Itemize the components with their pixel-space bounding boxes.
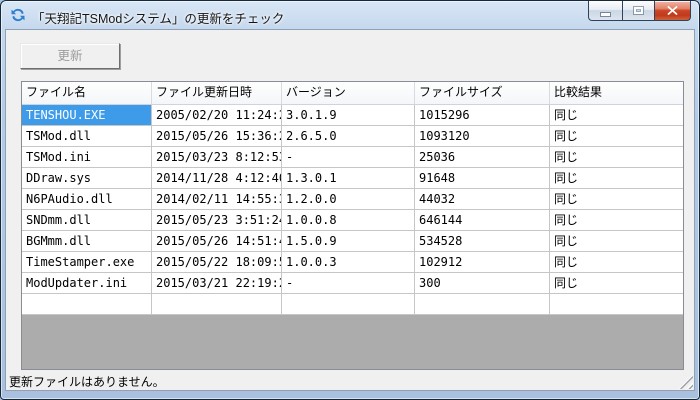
table-cell[interactable]: 1093120 (415, 126, 550, 147)
table-cell[interactable]: - (282, 273, 415, 294)
table-cell[interactable]: 2015/03/21 22:19:29 (152, 273, 282, 294)
table-cell[interactable]: 44032 (415, 189, 550, 210)
minimize-icon (601, 13, 610, 16)
table-cell[interactable]: 1.0.0.3 (282, 252, 415, 273)
table-cell[interactable]: 1.3.0.1 (282, 168, 415, 189)
table-row[interactable]: TimeStamper.exe2015/05/22 18:09:571.0.0.… (22, 252, 683, 273)
table-cell[interactable]: 1.5.0.9 (282, 231, 415, 252)
table-row[interactable]: TENSHOU.EXE2005/02/20 11:24:263.0.1.9101… (22, 105, 683, 126)
table-cell[interactable]: 3.0.1.9 (282, 105, 415, 126)
column-header-1[interactable]: ファイル更新日時 (152, 82, 282, 104)
table-cell[interactable]: 2015/05/26 14:51:44 (152, 231, 282, 252)
table-cell[interactable]: 91648 (415, 168, 550, 189)
update-button[interactable]: 更新 (20, 43, 120, 69)
table-cell[interactable]: 2014/11/28 4:12:40 (152, 168, 282, 189)
column-header-2[interactable]: バージョン (282, 82, 415, 104)
table-row[interactable]: N6PAudio.dll2014/02/11 14:55:321.2.0.044… (22, 189, 683, 210)
table-cell[interactable]: 25036 (415, 147, 550, 168)
table-cell[interactable]: 同じ (550, 273, 683, 294)
status-bar: 更新ファイルはありません。 (6, 370, 694, 390)
table-cell[interactable]: 2.6.5.0 (282, 126, 415, 147)
table-body: TENSHOU.EXE2005/02/20 11:24:263.0.1.9101… (22, 105, 683, 294)
table-cell[interactable]: 2014/02/11 14:55:32 (152, 189, 282, 210)
refresh-sync-icon (10, 7, 26, 23)
table-cell[interactable]: 同じ (550, 252, 683, 273)
table-row[interactable]: TSMod.dll2015/05/26 15:36:262.6.5.010931… (22, 126, 683, 147)
titlebar[interactable]: 「天翔記TSModシステム」の更新をチェック (1, 1, 699, 29)
table-cell[interactable]: DDraw.sys (22, 168, 152, 189)
table-cell[interactable]: 1015296 (415, 105, 550, 126)
table-row[interactable]: ModUpdater.ini2015/03/21 22:19:29-300同じ (22, 273, 683, 294)
resize-grip[interactable] (679, 375, 693, 389)
column-header-4[interactable]: 比較結果 (550, 82, 683, 104)
table-cell[interactable]: 1.2.0.0 (282, 189, 415, 210)
table-cell[interactable]: 2015/05/22 18:09:57 (152, 252, 282, 273)
table-cell[interactable]: 300 (415, 273, 550, 294)
table-cell[interactable]: N6PAudio.dll (22, 189, 152, 210)
table-cell[interactable]: 同じ (550, 126, 683, 147)
minimize-button[interactable] (588, 1, 622, 21)
maximize-icon (634, 7, 643, 14)
table-cell[interactable]: 同じ (550, 189, 683, 210)
table-cell[interactable]: 102912 (415, 252, 550, 273)
table-cell[interactable]: SNDmm.dll (22, 210, 152, 231)
table-cell[interactable]: 同じ (550, 231, 683, 252)
table-cell-empty (152, 294, 282, 315)
column-header-0[interactable]: ファイル名 (22, 82, 152, 104)
table-empty-row (22, 294, 683, 315)
client-area: 更新 ファイル名ファイル更新日時バージョンファイルサイズ比較結果 TENSHOU… (5, 29, 695, 391)
table-cell[interactable]: 同じ (550, 105, 683, 126)
table-empty-area (22, 315, 683, 369)
table-cell[interactable]: ModUpdater.ini (22, 273, 152, 294)
table-cell[interactable]: - (282, 147, 415, 168)
file-update-table: ファイル名ファイル更新日時バージョンファイルサイズ比較結果 TENSHOU.EX… (21, 81, 684, 370)
table-cell[interactable]: 2015/05/26 15:36:26 (152, 126, 282, 147)
column-header-3[interactable]: ファイルサイズ (415, 82, 550, 104)
table-cell[interactable]: 同じ (550, 168, 683, 189)
table-row[interactable]: DDraw.sys2014/11/28 4:12:401.3.0.191648同… (22, 168, 683, 189)
table-cell[interactable]: 同じ (550, 147, 683, 168)
window-title: 「天翔記TSModシステム」の更新をチェック (32, 8, 284, 27)
table-cell-empty (550, 294, 683, 315)
table-header-row: ファイル名ファイル更新日時バージョンファイルサイズ比較結果 (22, 82, 683, 105)
close-button[interactable] (655, 1, 691, 21)
table-cell[interactable]: 2015/03/23 8:12:53 (152, 147, 282, 168)
table-cell-empty (415, 294, 550, 315)
close-icon (667, 6, 678, 15)
table-cell[interactable]: BGMmm.dll (22, 231, 152, 252)
status-text: 更新ファイルはありません。 (9, 373, 165, 390)
table-cell[interactable]: TENSHOU.EXE (22, 105, 152, 126)
table-row[interactable]: BGMmm.dll2015/05/26 14:51:441.5.0.953452… (22, 231, 683, 252)
app-window: 「天翔記TSModシステム」の更新をチェック 更新 ファイル名ファイル更新日時バ… (0, 0, 700, 400)
table-cell-empty (22, 294, 152, 315)
table-row[interactable]: SNDmm.dll2015/05/23 3:51:241.0.0.8646144… (22, 210, 683, 231)
table-cell[interactable]: 534528 (415, 231, 550, 252)
screen: 「天翔記TSModシステム」の更新をチェック 更新 ファイル名ファイル更新日時バ… (0, 0, 700, 400)
table-cell[interactable]: TimeStamper.exe (22, 252, 152, 273)
table-cell[interactable]: 646144 (415, 210, 550, 231)
table-row[interactable]: TSMod.ini2015/03/23 8:12:53-25036同じ (22, 147, 683, 168)
table-cell-empty (282, 294, 415, 315)
table-cell[interactable]: TSMod.ini (22, 147, 152, 168)
table-cell[interactable]: 2015/05/23 3:51:24 (152, 210, 282, 231)
table-cell[interactable]: 2005/02/20 11:24:26 (152, 105, 282, 126)
table-cell[interactable]: TSMod.dll (22, 126, 152, 147)
table-cell[interactable]: 同じ (550, 210, 683, 231)
maximize-button[interactable] (622, 1, 655, 21)
table-cell[interactable]: 1.0.0.8 (282, 210, 415, 231)
window-controls (588, 1, 691, 21)
